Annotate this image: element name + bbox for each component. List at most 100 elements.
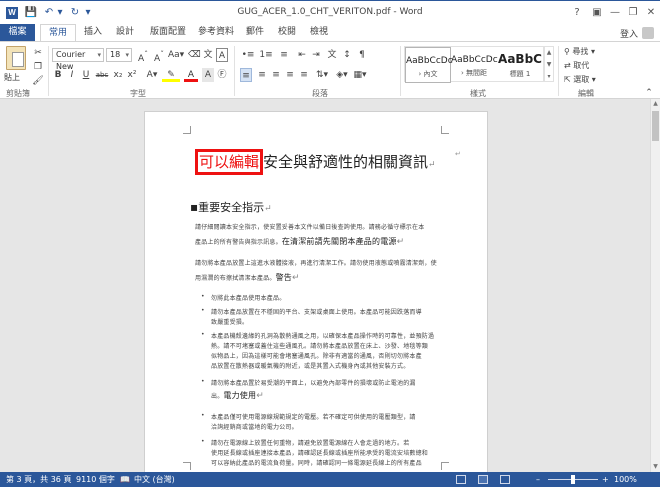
increase-indent-icon[interactable]: ⇥: [310, 48, 322, 62]
style-normal[interactable]: AaBbCcDc › 內文: [405, 47, 453, 83]
styles-gallery-scroll[interactable]: ▲ ▼ ▾: [544, 46, 554, 82]
tab-design[interactable]: 設計: [108, 24, 142, 41]
decrease-indent-icon[interactable]: ⇤: [296, 48, 308, 62]
shading-icon[interactable]: ◈▾: [334, 68, 350, 82]
align-left-icon[interactable]: ≡: [240, 68, 252, 82]
read-mode-icon[interactable]: [456, 475, 466, 484]
list-item[interactable]: 致嚴重受損。: [211, 317, 248, 326]
list-item[interactable]: 請勿將本產品置於易受潮的平面上，以避免內部零件的損壞或防止電池的漏: [211, 378, 416, 387]
underline-button[interactable]: U: [80, 68, 92, 82]
font-name-combo[interactable]: Courier New ▾: [52, 48, 104, 71]
redo-icon[interactable]: ↻: [68, 6, 82, 20]
list-item[interactable]: 請勿本產品放置在不穩固的平台、支架或桌面上使用。本產品可能因跌落而導: [211, 307, 422, 316]
clear-formatting-icon[interactable]: ⌫: [188, 48, 201, 62]
scroll-down-icon[interactable]: ▼: [651, 462, 660, 472]
print-layout-icon[interactable]: [478, 475, 488, 484]
bold-button[interactable]: B: [52, 68, 64, 82]
minimize-button[interactable]: —: [606, 5, 624, 21]
align-center-icon[interactable]: ≡: [256, 68, 268, 82]
paste-icon[interactable]: [6, 46, 26, 70]
body-text[interactable]: 產品上的所有警告與指示訊息。在清潔前請先關閉本產品的電源↵: [195, 236, 404, 247]
change-case-icon[interactable]: Aa▾: [168, 48, 184, 62]
enclose-characters-icon[interactable]: A: [216, 48, 228, 62]
numbering-icon[interactable]: 1≡: [258, 48, 274, 62]
replace-button[interactable]: ⇄ 取代: [564, 60, 589, 72]
collapse-ribbon-icon[interactable]: ⌃: [644, 86, 654, 100]
tab-layout[interactable]: 版面配置: [142, 24, 194, 41]
show-marks-icon[interactable]: ¶: [356, 48, 368, 62]
font-color-icon[interactable]: A: [184, 68, 198, 82]
sort-icon[interactable]: ↕: [340, 48, 354, 62]
avatar[interactable]: [642, 27, 654, 39]
text-effects-icon[interactable]: A▾: [144, 68, 160, 82]
help-button[interactable]: ?: [568, 5, 586, 21]
list-item[interactable]: 品放置在散熱器或暖氣機的附近，或是其置入式機身內或其他安裝方式。: [211, 361, 409, 370]
body-text[interactable]: 請勿將本產品放置上這進水液體接液，再進行清潔工作。請勿使用液態或噴霧清潔劑，使: [195, 258, 437, 267]
undo-icon[interactable]: ↶: [42, 6, 56, 20]
scroll-thumb[interactable]: [652, 111, 659, 141]
format-painter-icon[interactable]: 🖌: [32, 74, 44, 88]
undo-dropdown-icon[interactable]: ▾: [56, 6, 64, 20]
multilevel-list-icon[interactable]: ≡: [276, 48, 292, 62]
restore-button[interactable]: ❐: [624, 5, 642, 21]
save-icon[interactable]: 💾: [24, 6, 38, 20]
scroll-up-icon[interactable]: ▲: [651, 99, 660, 109]
page-count[interactable]: 第 3 頁，共 36 頁: [6, 472, 71, 487]
character-shading-icon[interactable]: A: [202, 68, 214, 82]
subscript-button[interactable]: x₂: [112, 68, 124, 82]
zoom-in-icon[interactable]: +: [602, 472, 609, 487]
ribbon-display-options-icon[interactable]: ▣: [588, 5, 606, 21]
distributed-icon[interactable]: ≡: [298, 68, 310, 82]
phonetic-guide-icon[interactable]: 文: [202, 48, 214, 62]
zoom-out-icon[interactable]: –: [536, 472, 540, 487]
close-button[interactable]: ✕: [642, 5, 660, 21]
highlight-color-icon[interactable]: ✎: [162, 68, 180, 82]
chinese-layout-icon[interactable]: 文: [326, 48, 338, 62]
list-item[interactable]: 似物品上，因為這樣可能會堵塞通風孔。除非有適當的通風，否則切勿將本產: [211, 351, 422, 360]
document-page[interactable]: ↵ 可以編輯 安全與舒適性的相關資訊↵ ▪重要安全指示↵ 請仔細閱讀本安全指示，使…: [144, 111, 488, 472]
paste-button[interactable]: 貼上: [4, 72, 20, 83]
bullets-icon[interactable]: •≡: [240, 48, 256, 62]
zoom-level[interactable]: 100%: [614, 472, 637, 487]
body-text[interactable]: 用濕潤的布擦拭清潔本產品。警告↵: [195, 272, 300, 283]
tab-file[interactable]: 檔案: [0, 24, 35, 41]
copy-icon[interactable]: ❐: [32, 60, 44, 74]
list-item[interactable]: 使用延長線或插座連接本產品，請確認延長線或插座所能承受的電流安培數總和: [211, 448, 428, 457]
align-right-icon[interactable]: ≡: [270, 68, 282, 82]
font-size-combo[interactable]: 18 ▾: [106, 48, 132, 62]
proofing-icon[interactable]: 📖: [120, 472, 130, 487]
list-item[interactable]: 洽詢經銷商或當地的電力公司。: [211, 422, 298, 431]
document-heading[interactable]: 可以編輯 安全與舒適性的相關資訊↵: [195, 149, 436, 175]
style-no-spacing[interactable]: AaBbCcDc › 無間距: [451, 47, 498, 83]
strikethrough-button[interactable]: abc: [94, 68, 110, 82]
tab-references[interactable]: 參考資料: [190, 24, 242, 41]
superscript-button[interactable]: x²: [126, 68, 138, 82]
list-item[interactable]: 可以容納此產品的電流負荷量。同時，請確認同一條電源延長線上的所有產品: [211, 458, 422, 467]
italic-button[interactable]: I: [66, 68, 78, 82]
word-count[interactable]: 9110 個字: [76, 472, 115, 487]
list-item[interactable]: 出。電力使用↵: [211, 390, 264, 401]
tab-mailings[interactable]: 郵件: [238, 24, 272, 41]
zoom-slider-thumb[interactable]: [571, 475, 575, 484]
tab-insert[interactable]: 插入: [76, 24, 110, 41]
language[interactable]: 中文 (台灣): [134, 472, 175, 487]
justify-icon[interactable]: ≡: [284, 68, 296, 82]
list-item[interactable]: 熱。請不可堵塞或蓋住這些通風孔。請勿將本產品放置在床上、沙發、地毯等類: [211, 341, 428, 350]
tab-review[interactable]: 校閱: [270, 24, 304, 41]
find-button[interactable]: ⚲ 尋找 ▾: [564, 46, 595, 58]
line-spacing-icon[interactable]: ⇅▾: [314, 68, 330, 82]
list-item[interactable]: 本產品機殼邊緣的孔洞為散熱通風之用，以確保本產品操作時的可靠性，並預防過: [211, 331, 434, 340]
sign-in-link[interactable]: 登入: [620, 27, 638, 40]
web-layout-icon[interactable]: [500, 475, 510, 484]
section-title[interactable]: ▪重要安全指示↵: [190, 199, 272, 215]
tab-view[interactable]: 檢視: [302, 24, 336, 41]
grow-font-icon[interactable]: Aˆ: [136, 48, 150, 64]
enclosed-alphanumerics-icon[interactable]: Ⓕ: [216, 68, 228, 82]
vertical-scrollbar[interactable]: ▲ ▼: [650, 99, 660, 472]
style-heading-1[interactable]: AaBbC 標題 1: [497, 47, 543, 83]
borders-icon[interactable]: ▦▾: [352, 68, 368, 82]
list-item[interactable]: 請勿在電源線上放置任何重物，請避免放置電源線在人會走過的地方。若: [211, 438, 409, 447]
body-text[interactable]: 請仔細閱讀本安全指示，使安置妥善本文件以備日後查詢使用。請務必循守標示在本: [195, 222, 424, 231]
shrink-font-icon[interactable]: Aˇ: [152, 48, 166, 64]
list-item[interactable]: 本產品僅可使用電源線規範規定的電壓。若不確定可供使用的電壓類型，請: [211, 412, 416, 421]
